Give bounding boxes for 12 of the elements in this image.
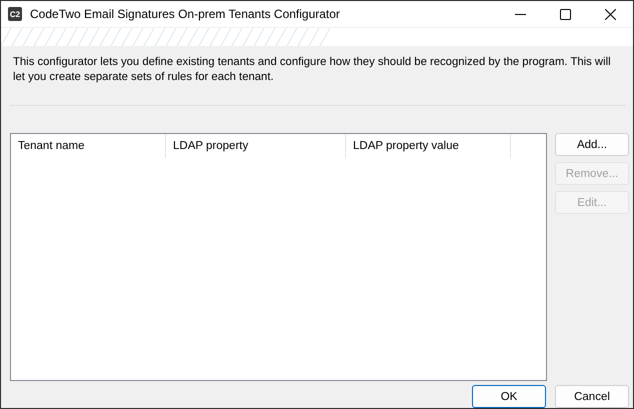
maximize-icon [560,8,571,20]
close-icon [605,8,616,20]
description-text: This configurator lets you define existing tenants and configure how they should be recognized by the program. This will let you create separate sets of rules for each tenant. [13,55,612,85]
column-header[interactable]: Tenant name [11,134,166,158]
tenants-table[interactable]: Tenant name LDAP property LDAP property value [10,133,547,381]
action-button[interactable]: Add... [555,133,629,156]
column-header[interactable]: LDAP property [166,134,346,158]
window-title: CodeTwo Email Signatures On-prem Tenants Configurator [30,7,341,21]
column-header[interactable]: LDAP property value [346,134,511,158]
dialog-button[interactable]: OK [472,385,546,408]
dialog-button[interactable]: Cancel [555,385,629,408]
app-logo: C2 [8,7,22,21]
